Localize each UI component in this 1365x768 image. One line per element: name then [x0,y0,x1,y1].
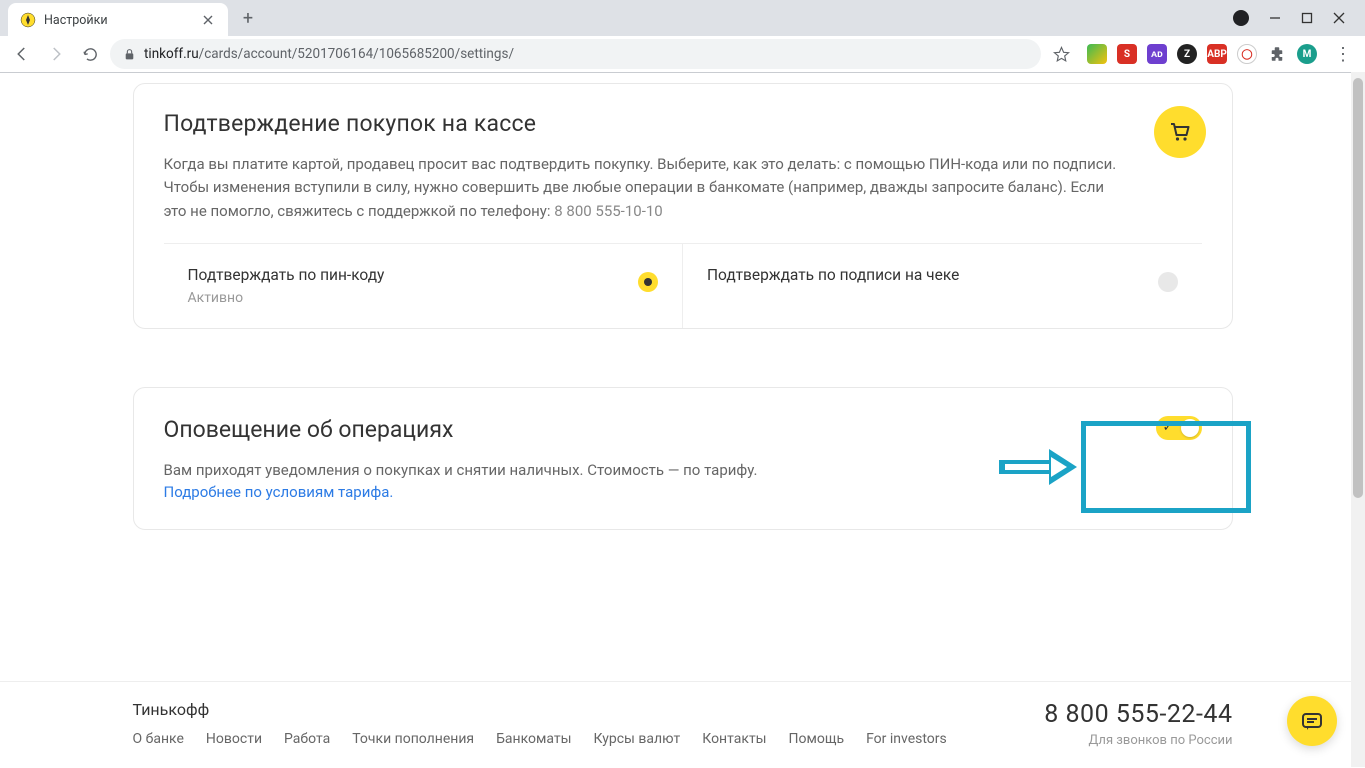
footer-phone-sub: Для звонков по России [1044,733,1232,748]
url-host: tinkoff.ru [144,46,199,62]
option-title: Подтверждать по подписи на чеке [707,266,1178,284]
url-path: /cards/account/5201706164/1065685200/set… [199,46,514,62]
page-content: Подтверждение покупок на кассе Когда вы … [0,73,1365,768]
minimize-button[interactable] [1269,10,1281,26]
chat-button[interactable] [1287,696,1337,746]
footer-link-atms[interactable]: Банкоматы [496,731,571,747]
tab-title: Настройки [44,13,108,28]
address-bar: tinkoff.ru/cards/account/5201706164/1065… [0,36,1365,72]
option-status: Активно [188,290,659,306]
footer-link-about[interactable]: О банке [133,731,184,747]
browser-chrome: Настройки + tinkoff.ru/cards/a [0,0,1365,73]
card-description: Когда вы платите картой, продавец просит… [164,153,1124,223]
reload-button[interactable] [76,40,104,68]
new-tab-button[interactable]: + [234,4,262,32]
footer-links: О банке Новости Работа Точки пополнения … [133,731,947,747]
bookmark-star-icon[interactable] [1047,40,1075,68]
confirm-by-pin-option[interactable]: Подтверждать по пин-коду Активно [164,244,683,328]
extension-icon[interactable]: S [1117,44,1137,64]
support-phone: 8 800 555-10-10 [554,202,662,220]
back-button[interactable] [8,40,36,68]
tab-favicon-icon [20,12,36,28]
extension-icon[interactable]: ◯ [1237,44,1257,64]
footer-link-topup[interactable]: Точки пополнения [352,731,474,747]
tab-bar: Настройки + [0,0,1365,36]
extension-icons: S ᴀᴅ Z ABP ◯ M [1081,44,1323,64]
lock-icon [122,47,136,61]
cart-icon [1154,106,1206,158]
card-description: Вам приходят уведомления о покупках и сн… [164,459,1202,482]
footer-phone: 8 800 555-22-44 [1044,700,1232,729]
scrollbar-track [1351,72,1365,767]
check-icon: ✓ [1163,420,1174,435]
browser-menu-button[interactable]: ⋮ [1329,40,1357,68]
footer-link-rates[interactable]: Курсы валют [594,731,681,747]
footer-link-jobs[interactable]: Работа [284,731,330,747]
card-title: Подтверждение покупок на кассе [164,110,1202,137]
footer-link-contacts[interactable]: Контакты [702,731,766,747]
browser-tab[interactable]: Настройки [8,3,228,37]
notifications-toggle[interactable]: ✓ [1156,416,1202,440]
window-controls [1233,10,1357,26]
incognito-icon [1233,10,1249,26]
extensions-puzzle-icon[interactable] [1267,44,1287,64]
operations-notification-card: Оповещение об операциях Вам приходят уве… [133,387,1233,530]
radio-unselected-icon [1158,272,1178,292]
extension-icon[interactable] [1087,44,1107,64]
close-window-button[interactable] [1333,10,1345,26]
maximize-button[interactable] [1301,10,1313,26]
tariff-details-link[interactable]: Подробнее по условиям тарифа. [164,483,394,501]
footer-link-help[interactable]: Помощь [789,731,845,747]
page-footer: Тинькофф О банке Новости Работа Точки по… [0,681,1365,768]
purchase-confirmation-card: Подтверждение покупок на кассе Когда вы … [133,83,1233,329]
toggle-knob [1181,419,1199,437]
confirm-by-signature-option[interactable]: Подтверждать по подписи на чеке [682,244,1202,328]
radio-selected-icon [638,272,658,292]
extension-icon[interactable]: Z [1177,44,1197,64]
scrollbar-thumb[interactable] [1353,78,1363,498]
extension-icon[interactable]: ᴀᴅ [1147,44,1167,64]
card-title: Оповещение об операциях [164,416,1202,443]
option-title: Подтверждать по пин-коду [188,266,659,284]
extension-icon[interactable]: ABP [1207,44,1227,64]
forward-button[interactable] [42,40,70,68]
footer-brand: Тинькофф [133,700,947,719]
url-input[interactable]: tinkoff.ru/cards/account/5201706164/1065… [110,39,1041,69]
footer-link-news[interactable]: Новости [206,731,262,747]
profile-avatar-icon[interactable]: M [1297,44,1317,64]
footer-link-investors[interactable]: For investors [866,731,947,747]
tab-close-icon[interactable] [200,12,216,28]
